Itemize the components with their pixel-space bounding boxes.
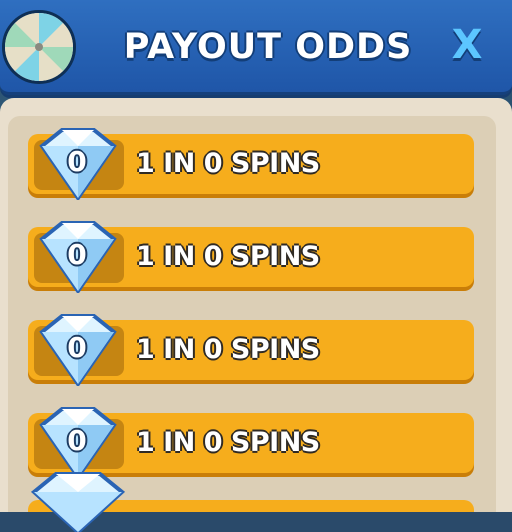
header-bar: PAYOUT ODDS X [0,0,512,95]
gem-count: 0 [67,331,87,364]
odds-text: 1 IN 0 SPINS [136,241,320,272]
odds-row: 0 1 IN 0 SPINS [28,128,474,200]
odds-text: 1 IN 0 SPINS [136,334,320,365]
odds-text: 1 IN 0 SPINS [136,148,320,179]
diamond-gem-icon [30,472,126,532]
page-title: PAYOUT ODDS [123,27,413,67]
gem-count: 0 [67,238,87,271]
gem-count: 0 [67,424,87,457]
prize-wheel-icon [2,10,76,84]
gem-count: 0 [67,145,87,178]
close-button[interactable]: X [440,20,494,70]
odds-row: 0 1 IN 0 SPINS [28,314,474,386]
odds-row: 0 1 IN 0 SPINS [28,221,474,293]
odds-text: 1 IN 0 SPINS [136,427,320,458]
odds-row: 0 1 IN 0 SPINS [28,407,474,479]
